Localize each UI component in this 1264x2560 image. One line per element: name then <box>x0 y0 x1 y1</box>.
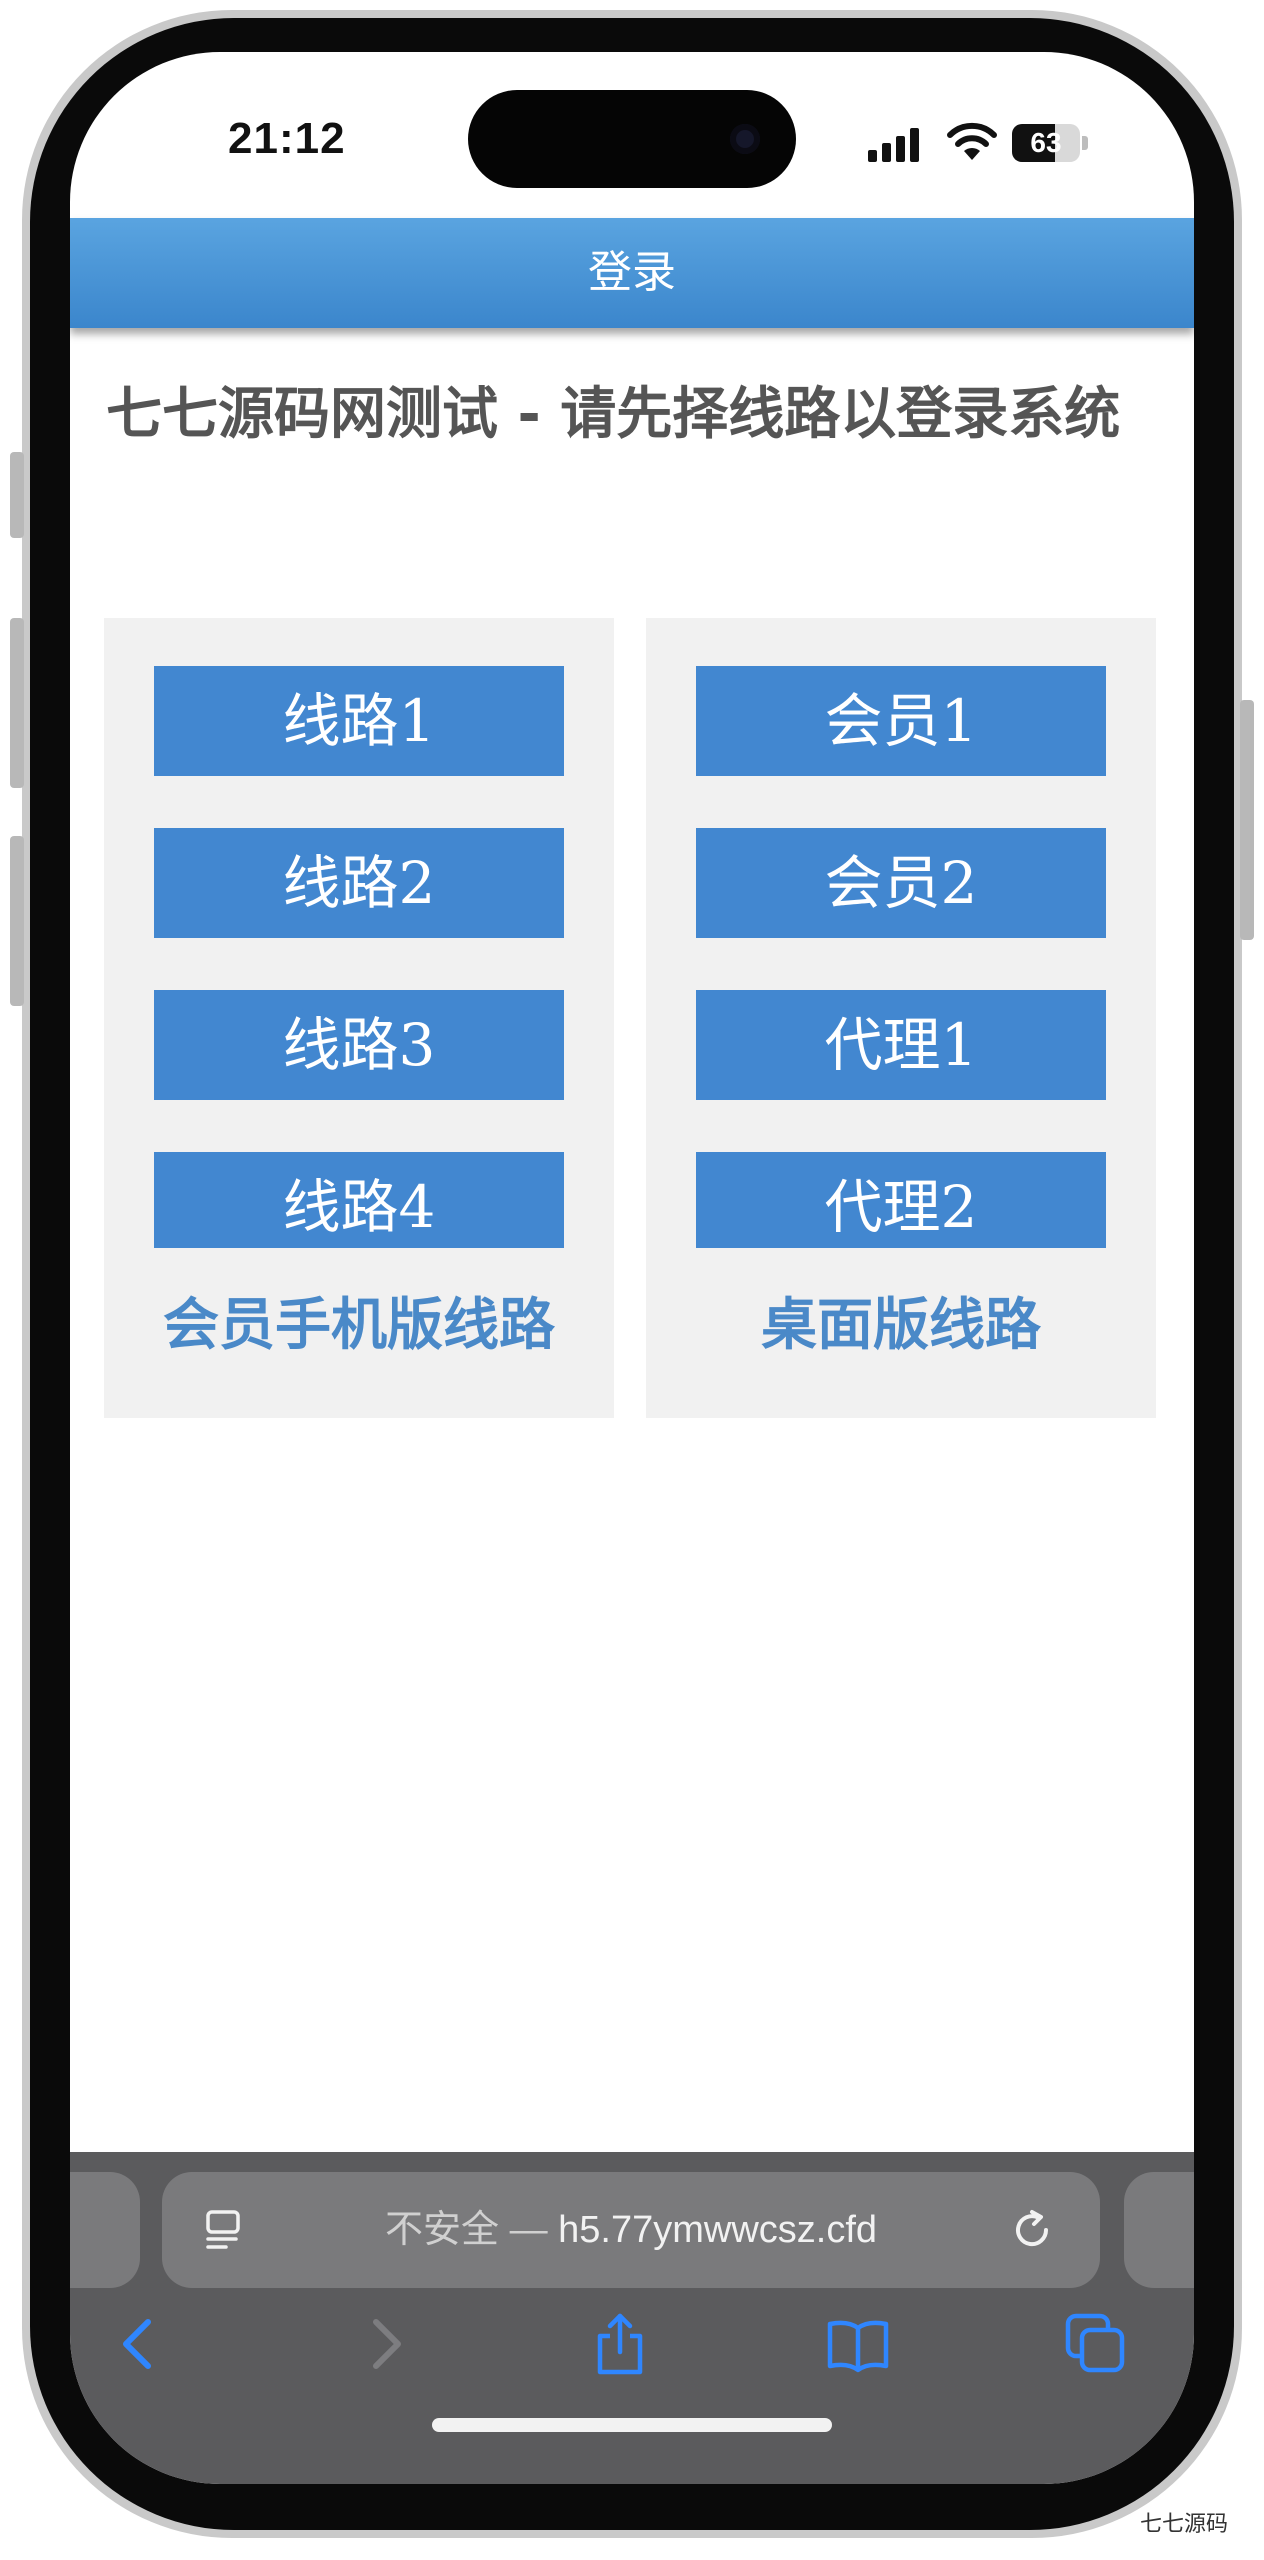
next-tab-pill[interactable] <box>1124 2172 1194 2288</box>
back-icon[interactable] <box>108 2312 172 2376</box>
agent-1-button[interactable]: 代理1 <box>696 990 1106 1100</box>
address-bar[interactable]: 不安全 — h5.77ymwwcsz.cfd <box>162 2172 1100 2288</box>
desktop-lines-panel: 会员1 会员2 代理1 代理2 桌面版线路 <box>646 618 1156 1418</box>
reload-icon[interactable] <box>1008 2206 1056 2254</box>
signal-icon <box>868 128 920 162</box>
url-host: h5.77ymwwcsz.cfd <box>558 2209 878 2251</box>
line-1-button[interactable]: 线路1 <box>154 666 564 776</box>
wifi-icon <box>947 122 997 160</box>
power-button <box>1240 700 1254 940</box>
watermark-logo: 七七源码 <box>1140 2512 1229 2537</box>
page-title: 七七源码网测试 - 请先择线路以登录系统 <box>106 382 1121 447</box>
line-2-button[interactable]: 线路2 <box>154 828 564 938</box>
member-2-button[interactable]: 会员2 <box>696 828 1106 938</box>
volume-down-button <box>10 836 24 1006</box>
battery-icon: 63 <box>1012 124 1088 162</box>
line-3-button[interactable]: 线路3 <box>154 990 564 1100</box>
security-label: 不安全 <box>384 2209 499 2251</box>
share-icon[interactable] <box>588 2312 652 2376</box>
mobile-lines-label: 会员手机版线路 <box>163 1293 555 1358</box>
volume-up-button <box>10 618 24 788</box>
browser-toolbar: 不安全 — h5.77ymwwcsz.cfd <box>70 2152 1194 2484</box>
member-1-button[interactable]: 会员1 <box>696 666 1106 776</box>
phone-screen: 21:12 63 登录 七七源码网测试 - 请先择线路以登录系统 线路1 线路2… <box>70 52 1194 2484</box>
page-header: 登录 <box>70 218 1194 328</box>
address-text[interactable]: 不安全 — h5.77ymwwcsz.cfd <box>162 2172 1100 2288</box>
agent-2-button[interactable]: 代理2 <box>696 1152 1106 1248</box>
status-time: 21:12 <box>228 114 346 163</box>
previous-tab-pill[interactable] <box>70 2172 140 2288</box>
line-4-button[interactable]: 线路4 <box>154 1152 564 1248</box>
dynamic-island <box>468 90 796 188</box>
forward-icon[interactable] <box>352 2312 416 2376</box>
camera-icon <box>730 124 760 154</box>
bookmarks-icon[interactable] <box>826 2312 890 2376</box>
mobile-lines-panel: 线路1 线路2 线路3 线路4 会员手机版线路 <box>104 618 614 1418</box>
battery-level: 63 <box>1030 127 1062 158</box>
home-indicator[interactable] <box>432 2418 832 2432</box>
action-button <box>10 452 24 538</box>
tabs-icon[interactable] <box>1064 2312 1128 2376</box>
desktop-lines-label: 桌面版线路 <box>761 1293 1041 1358</box>
url-separator: — <box>509 2209 548 2251</box>
